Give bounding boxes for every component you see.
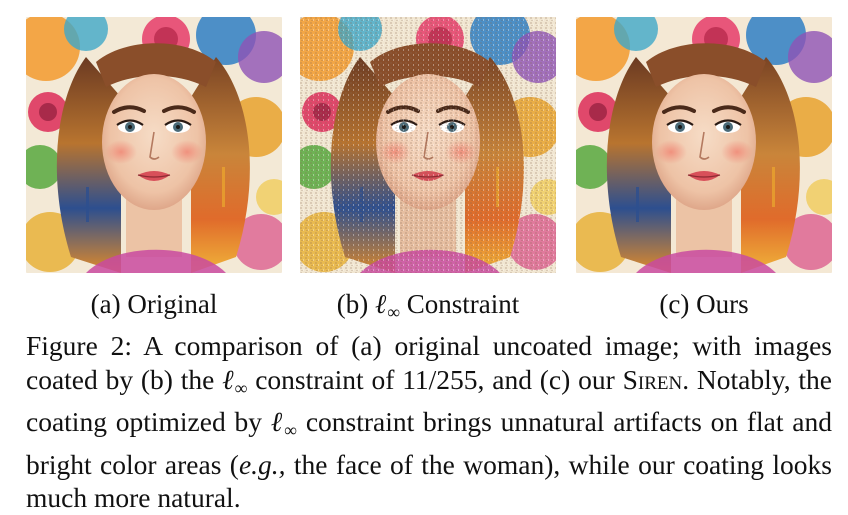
noise-artifact-overlay: [300, 17, 556, 273]
portrait-illustration: [300, 17, 556, 273]
infinity-subscript: ∞: [234, 377, 248, 398]
subcaption-prefix: (b): [336, 289, 369, 319]
subcaption-text: (a) Original: [90, 289, 218, 319]
subcaption-original: (a) Original: [26, 287, 282, 321]
caption-eg: e.g.,: [238, 448, 286, 480]
figure-caption: Figure 2: A comparison of (a) original u…: [26, 329, 832, 515]
ell-symbol: ℓ: [374, 289, 387, 319]
subcaption-text: (c) Ours: [659, 289, 749, 319]
infinity-subscript: ∞: [387, 302, 401, 322]
subcaption-suffix: Constraint: [406, 289, 520, 319]
panel-siren-coated-image: [576, 17, 832, 273]
panel-original-image: [26, 17, 282, 273]
caption-part2: constraint of 11/255, and (c) our: [255, 363, 615, 395]
ell-symbol: ℓ: [222, 363, 235, 395]
subcaption-ours: (c) Ours: [576, 287, 832, 321]
portrait-illustration: [26, 17, 282, 273]
infinity-subscript: ∞: [284, 420, 298, 441]
ell-symbol: ℓ: [270, 406, 285, 438]
panel-linf-coated-image: [300, 17, 556, 273]
method-name: Siren: [622, 363, 683, 395]
portrait-illustration: [576, 17, 832, 273]
subcaption-linf-constraint: (b) ℓ∞ Constraint: [300, 287, 556, 329]
caption-prefix: Figure 2:: [26, 330, 132, 361]
